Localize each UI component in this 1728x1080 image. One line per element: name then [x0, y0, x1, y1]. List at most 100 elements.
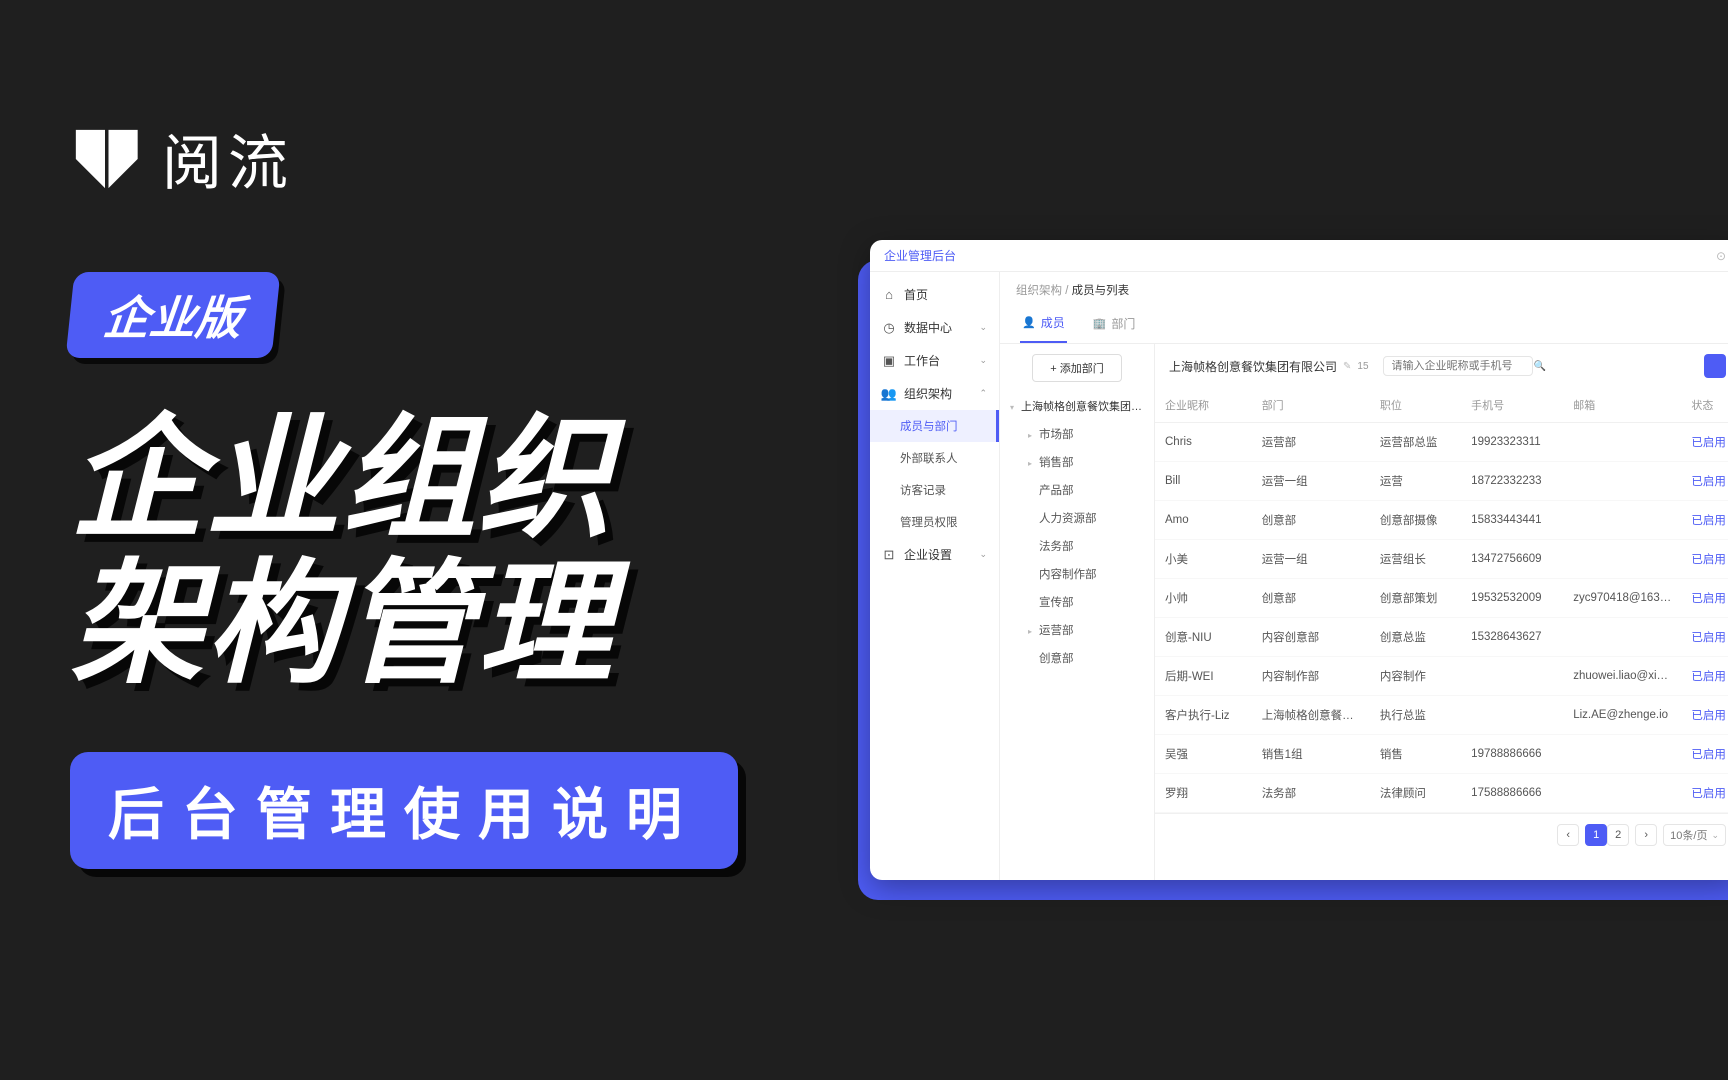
table-row[interactable]: 吴强 销售1组 销售 19788886666 已启用	[1155, 735, 1728, 774]
cell-dept: 法务部	[1252, 774, 1370, 813]
dept-node-运营部[interactable]: ▸运营部	[1006, 616, 1148, 644]
user-icon: 👤	[1022, 316, 1036, 329]
logo-row: 阅流	[70, 115, 830, 202]
page-prev-button[interactable]: ‹	[1557, 824, 1579, 846]
cell-role: 运营组长	[1370, 540, 1461, 579]
cell-email: Liz.AE@zhenge.io	[1563, 696, 1681, 735]
cell-status: 已启用	[1681, 540, 1728, 579]
cell-name: 吴强	[1155, 735, 1252, 774]
cell-name: 客户执行-Liz	[1155, 696, 1252, 735]
org-icon: 👥	[882, 387, 896, 401]
cell-name: Bill	[1155, 462, 1252, 501]
table-row[interactable]: 客户执行-Liz 上海帧格创意餐… 执行总监 Liz.AE@zhenge.io …	[1155, 696, 1728, 735]
cell-name: Amo	[1155, 501, 1252, 540]
dept-node-法务部[interactable]: 法务部	[1006, 532, 1148, 560]
cell-role: 创意总监	[1370, 618, 1461, 657]
cell-name: Chris	[1155, 423, 1252, 462]
sidebar-subitem-成员与部门[interactable]: 成员与部门	[870, 410, 999, 442]
cell-phone: 17588886666	[1461, 774, 1563, 813]
table-row[interactable]: 小帅 创意部 创意部策划 19532532009 zyc970418@163… …	[1155, 579, 1728, 618]
cell-dept: 创意部	[1252, 501, 1370, 540]
cell-name: 罗翔	[1155, 774, 1252, 813]
cell-status: 已启用	[1681, 618, 1728, 657]
cell-status: 已启用	[1681, 501, 1728, 540]
promo-hero: 阅流 企业版 企业组织 架构管理 后台管理使用说明	[70, 115, 830, 869]
sidebar-item-首页[interactable]: ⌂首页	[870, 278, 999, 311]
dept-node-市场部[interactable]: ▸市场部	[1006, 420, 1148, 448]
cell-email	[1563, 462, 1681, 501]
chevron-down-icon: ⌄	[1711, 830, 1719, 841]
table-row[interactable]: Amo 创意部 创意部摄像 15833443441 已启用	[1155, 501, 1728, 540]
table-row[interactable]: 罗翔 法务部 法律顾问 17588886666 已启用	[1155, 774, 1728, 813]
sidebar-subitem-访客记录[interactable]: 访客记录	[870, 474, 999, 506]
page-1-button[interactable]: 1	[1585, 824, 1607, 846]
sidebar-subitem-管理员权限[interactable]: 管理员权限	[870, 506, 999, 538]
table-area: 上海帧格创意餐饮集团有限公司 ✎ 15 🔍 企业昵称部门职位手机号邮箱状态	[1155, 344, 1728, 880]
caret-icon: ▾	[1010, 403, 1019, 412]
table-row[interactable]: 小美 运营一组 运营组长 13472756609 已启用	[1155, 540, 1728, 579]
col-职位: 职位	[1370, 388, 1461, 423]
cell-phone: 18722332233	[1461, 462, 1563, 501]
sidebar: ⌂首页◷数据中心⌄▣工作台⌄👥组织架构⌃成员与部门外部联系人访客记录管理员权限⊡…	[870, 272, 1000, 880]
tab-成员[interactable]: 👤成员	[1020, 304, 1067, 343]
dept-node-产品部[interactable]: 产品部	[1006, 476, 1148, 504]
table-row[interactable]: 后期-WEI 内容制作部 内容制作 zhuowei.liao@xi… 已启用	[1155, 657, 1728, 696]
cell-name: 后期-WEI	[1155, 657, 1252, 696]
page-2-button[interactable]: 2	[1607, 824, 1629, 846]
cell-phone: 19532532009	[1461, 579, 1563, 618]
logo-text: 阅流	[162, 115, 294, 202]
cell-role: 创意部摄像	[1370, 501, 1461, 540]
cell-email	[1563, 501, 1681, 540]
cell-status: 已启用	[1681, 774, 1728, 813]
dept-node-内容制作部[interactable]: 内容制作部	[1006, 560, 1148, 588]
clock-icon: ◷	[882, 321, 896, 335]
cell-name: 创意-NIU	[1155, 618, 1252, 657]
tree-root[interactable]: ▾上海帧格创意餐饮集团有限公司	[1006, 392, 1148, 420]
dept-node-创意部[interactable]: 创意部	[1006, 644, 1148, 672]
cell-dept: 销售1组	[1252, 735, 1370, 774]
cell-dept: 上海帧格创意餐…	[1252, 696, 1370, 735]
col-企业昵称: 企业昵称	[1155, 388, 1252, 423]
table-row[interactable]: 创意-NIU 内容创意部 创意总监 15328643627 已启用	[1155, 618, 1728, 657]
add-dept-button[interactable]: + 添加部门	[1032, 354, 1122, 382]
sidebar-item-组织架构[interactable]: 👥组织架构⌃	[870, 377, 999, 410]
edit-icon[interactable]: ✎	[1343, 361, 1351, 372]
app-title: 企业管理后台	[884, 247, 956, 264]
table-toolbar: 上海帧格创意餐饮集团有限公司 ✎ 15 🔍	[1155, 344, 1728, 388]
table-row[interactable]: Chris 运营部 运营部总监 19923323311 已启用	[1155, 423, 1728, 462]
dept-node-销售部[interactable]: ▸销售部	[1006, 448, 1148, 476]
primary-action-button[interactable]	[1704, 354, 1726, 378]
sidebar-item-工作台[interactable]: ▣工作台⌄	[870, 344, 999, 377]
sidebar-subitem-外部联系人[interactable]: 外部联系人	[870, 442, 999, 474]
cell-email: zhuowei.liao@xi…	[1563, 657, 1681, 696]
help-icon[interactable]: ⊙	[1716, 249, 1726, 263]
org-title: 上海帧格创意餐饮集团有限公司 ✎ 15	[1169, 358, 1369, 375]
cell-phone: 19923323311	[1461, 423, 1563, 462]
cell-role: 运营部总监	[1370, 423, 1461, 462]
cell-dept: 运营一组	[1252, 462, 1370, 501]
page-size-select[interactable]: 10条/页 ⌄	[1663, 824, 1726, 846]
search-icon[interactable]: 🔍	[1534, 361, 1546, 372]
dept-tree: + 添加部门 ▾上海帧格创意餐饮集团有限公司 ▸市场部▸销售部产品部人力资源部法…	[1000, 344, 1155, 880]
col-邮箱: 邮箱	[1563, 388, 1681, 423]
cell-phone: 15328643627	[1461, 618, 1563, 657]
sidebar-item-企业设置[interactable]: ⊡企业设置⌄	[870, 538, 999, 571]
page-next-button[interactable]: ›	[1635, 824, 1657, 846]
cell-phone: 19788886666	[1461, 735, 1563, 774]
cell-email	[1563, 618, 1681, 657]
dept-node-宣传部[interactable]: 宣传部	[1006, 588, 1148, 616]
breadcrumb: 组织架构 / 成员与列表	[1000, 272, 1728, 304]
cell-role: 创意部策划	[1370, 579, 1461, 618]
chevron-down-icon: ⌄	[979, 549, 987, 560]
cell-email	[1563, 735, 1681, 774]
dept-node-人力资源部[interactable]: 人力资源部	[1006, 504, 1148, 532]
app-header: 企业管理后台 ⊙	[870, 240, 1728, 272]
grid-icon: ▣	[882, 354, 896, 368]
tab-部门[interactable]: 🏢部门	[1091, 304, 1138, 343]
table-row[interactable]: Bill 运营一组 运营 18722332233 已启用	[1155, 462, 1728, 501]
breadcrumb-parent[interactable]: 组织架构	[1016, 285, 1062, 297]
search-box[interactable]: 🔍	[1383, 356, 1533, 376]
search-input[interactable]	[1392, 360, 1534, 372]
cell-phone	[1461, 696, 1563, 735]
sidebar-item-数据中心[interactable]: ◷数据中心⌄	[870, 311, 999, 344]
